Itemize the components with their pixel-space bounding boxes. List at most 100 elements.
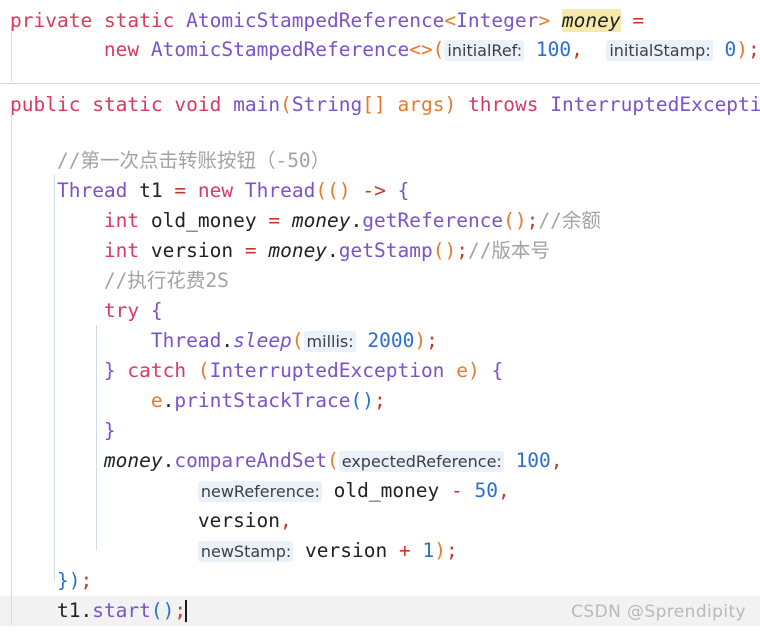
code-line-7[interactable]: int version = money.getStamp();//版本号 <box>10 236 550 266</box>
code-line-3[interactable]: public static void main(String[] args) t… <box>10 90 760 120</box>
token-paren-open-10: ( <box>291 329 304 352</box>
token-keyword-int-6: int <box>103 209 140 232</box>
token-number-100-expected: 100 <box>515 449 551 472</box>
token-operator-assign-1: = <box>632 9 645 32</box>
token-var-e-decl: e <box>456 359 468 382</box>
indent-spacer-11 <box>10 359 104 382</box>
token-dot-19: . <box>80 599 93 622</box>
indent-spacer-14 <box>10 449 104 472</box>
text-caret <box>185 600 188 622</box>
token-semicolon-6: ; <box>526 209 539 232</box>
token-semicolon-10: ; <box>426 329 438 352</box>
token-number-2000: 2000 <box>367 329 415 352</box>
code-line-16[interactable]: version, <box>10 506 292 536</box>
token-dot-12: . <box>162 389 175 412</box>
param-hint-newreference: newReference: <box>197 481 322 502</box>
token-method-sleep: sleep <box>233 329 292 352</box>
token-paren-close-2: ) <box>736 38 748 61</box>
param-hint-initialref: initialRef: <box>444 40 525 61</box>
code-editor[interactable]: private static AtomicStampedReference< In… <box>0 0 760 633</box>
token-brace-close-11: } <box>103 359 116 382</box>
token-type-atomicstampedreference: AtomicStampedReference <box>186 9 445 32</box>
code-line-11[interactable]: } catch (InterruptedException e) { <box>10 356 503 386</box>
token-semicolon-2: ; <box>747 38 760 61</box>
code-line-8[interactable]: //执行花费2S <box>10 266 229 296</box>
token-type-interruptedexception-3: InterruptedException <box>550 93 760 116</box>
token-comma-15: , <box>498 479 510 502</box>
token-keyword-new-2: new <box>103 38 140 61</box>
param-hint-millis: millis: <box>303 331 356 352</box>
token-method-main: main <box>233 93 281 116</box>
token-type-interruptedexception-11: InterruptedException <box>209 359 445 382</box>
code-line-4[interactable]: //第一次点击转账按钮（-50） <box>10 146 330 176</box>
token-paren-open-11: ( <box>197 359 210 382</box>
code-line-19[interactable]: t1.start(); <box>10 596 188 626</box>
code-line-6[interactable]: int old_money = money.getReference();//余… <box>10 206 601 236</box>
code-line-14[interactable]: money.compareAndSet(expectedReference: 1… <box>10 446 563 476</box>
token-parens-7: () <box>432 239 457 262</box>
token-method-getstamp: getStamp <box>338 239 433 262</box>
token-method-getreference: getReference <box>362 209 504 232</box>
indent-spacer-8 <box>10 269 104 292</box>
code-line-1[interactable]: private static AtomicStampedReference<In… <box>10 6 644 36</box>
token-keyword-catch: catch <box>127 359 187 382</box>
comment-first-transfer-click: //第一次点击转账按钮（-50） <box>56 149 331 172</box>
indent-spacer-17 <box>10 539 198 562</box>
token-semicolon-17: ; <box>445 539 458 562</box>
token-comma-2: , <box>571 38 583 61</box>
token-operator-assign-5: = <box>174 179 187 202</box>
token-keyword-private: private <box>10 9 93 32</box>
token-dot-10: . <box>221 329 234 352</box>
token-comma-14: , <box>550 449 563 472</box>
token-lambda-parens: () <box>327 179 351 202</box>
token-number-100-init: 100 <box>535 38 572 61</box>
token-dot-6: . <box>350 209 363 232</box>
indent-spacer-9 <box>10 299 104 322</box>
token-brace-open-11: { <box>491 359 504 382</box>
token-type-thread-ctor: Thread <box>244 179 316 202</box>
comment-version-number: //版本号 <box>467 239 550 262</box>
code-line-9[interactable]: try { <box>10 296 163 326</box>
token-field-money-7: money <box>268 239 328 262</box>
token-keyword-new-5: new <box>197 179 234 202</box>
code-line-18[interactable]: }); <box>10 566 92 596</box>
token-comma-16: , <box>280 509 292 532</box>
token-paren-close-11: ) <box>467 359 480 382</box>
param-hint-newstamp: newStamp: <box>197 541 294 562</box>
indent-spacer-4 <box>10 149 57 172</box>
token-angle-open: < <box>444 9 457 32</box>
token-paren-close-10: ) <box>414 329 427 352</box>
token-keyword-try: try <box>103 299 140 322</box>
code-line-13[interactable]: } <box>10 416 116 446</box>
token-field-money-14: money <box>103 449 163 472</box>
token-operator-assign-7: = <box>244 239 257 262</box>
code-line-12[interactable]: e.printStackTrace(); <box>10 386 386 416</box>
param-hint-expectedreference: expectedReference: <box>338 451 504 472</box>
token-paren-open-14: ( <box>327 449 339 472</box>
token-paren-close-18: ) <box>68 569 81 592</box>
indent-spacer-16 <box>10 509 198 532</box>
token-keyword-public: public <box>10 93 81 116</box>
token-parens-12: () <box>350 389 374 412</box>
code-line-10[interactable]: Thread.sleep(millis: 2000); <box>10 326 438 356</box>
token-operator-minus: - <box>451 479 463 502</box>
token-var-version-16: version <box>197 509 281 532</box>
code-line-2[interactable]: new AtomicStampedReference<>(initialRef:… <box>10 35 760 65</box>
token-semicolon-7: ; <box>456 239 468 262</box>
code-line-15[interactable]: newReference: old_money - 50, <box>10 476 510 506</box>
token-operator-plus: + <box>398 539 411 562</box>
token-var-old-money-15: old_money <box>333 479 440 502</box>
token-keyword-static-3: static <box>92 93 163 116</box>
token-keyword-void: void <box>174 93 222 116</box>
token-paren-open-3: ( <box>280 93 292 116</box>
token-keyword-static: static <box>103 9 175 32</box>
code-line-5[interactable]: Thread t1 = new Thread(() -> { <box>10 176 409 206</box>
indent-spacer-6 <box>10 209 104 232</box>
token-paren-open-2: ( <box>432 38 445 61</box>
token-diamond: <> <box>409 38 433 61</box>
token-paren-close-3: ) <box>444 93 457 116</box>
token-method-start: start <box>92 599 151 622</box>
code-line-17[interactable]: newStamp: version + 1); <box>10 536 458 566</box>
param-hint-initialstamp: initialStamp: <box>606 40 713 61</box>
token-var-version-decl: version <box>150 239 234 262</box>
